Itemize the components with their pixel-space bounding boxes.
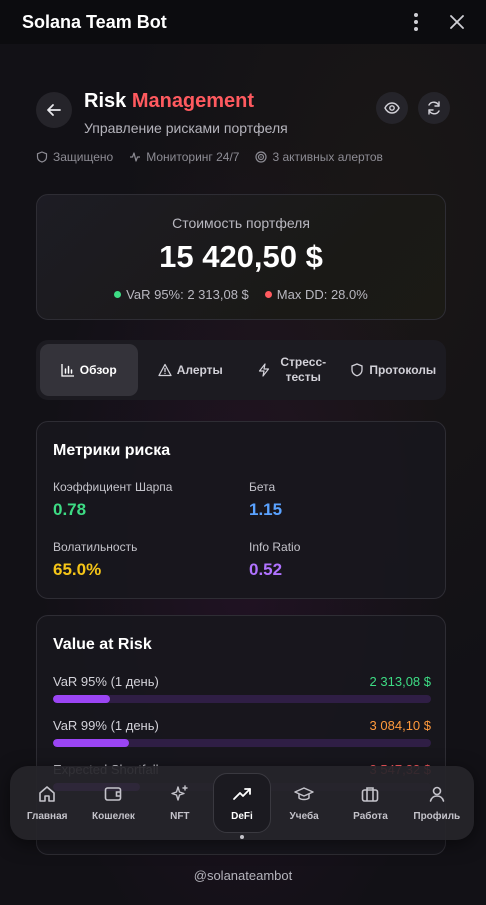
back-button[interactable]: [36, 92, 72, 128]
var-row-99: VaR 99% (1 день) 3 084,10 $: [53, 718, 431, 747]
lightning-icon: [259, 363, 270, 377]
warning-icon: [158, 363, 172, 377]
status-alerts: 3 активных алертов: [255, 150, 383, 164]
refresh-icon: [428, 101, 440, 115]
metric-sharpe-value: 0.78: [53, 500, 87, 519]
var-summary-text: VaR 95%: 2 313,08 $: [126, 287, 249, 302]
status-protected: Защищено: [36, 150, 113, 164]
var-row-99-bar-fill: [53, 739, 129, 747]
tab-protocols[interactable]: Протоколы: [345, 344, 443, 396]
metric-sharpe: Коэффициент Шарпа 0.78: [53, 480, 172, 520]
arrow-left-icon: [47, 104, 61, 116]
page-title-accent: Management: [131, 90, 255, 112]
metric-beta: Бета 1.15: [249, 480, 282, 520]
var-summary: VaR 95%: 2 313,08 $: [114, 287, 249, 302]
var-row-95-bar-fill: [53, 695, 110, 703]
home-icon: [39, 786, 55, 802]
metric-volatility-label: Волатильность: [53, 540, 138, 554]
metric-beta-label: Бета: [249, 480, 276, 494]
bar-chart-icon: [61, 364, 74, 377]
var-row-95-label: VaR 95% (1 день): [53, 674, 159, 689]
risk-metrics-card: Метрики риска Коэффициент Шарпа 0.78 Бет…: [36, 421, 446, 599]
close-icon[interactable]: [450, 15, 464, 29]
briefcase-icon: [362, 787, 379, 802]
var-row-99-label: VaR 99% (1 день): [53, 718, 159, 733]
red-dot-icon: [264, 291, 272, 299]
risk-metrics-title: Метрики риска: [53, 442, 171, 459]
target-icon: [255, 151, 268, 163]
metric-info-ratio-label: Info Ratio: [249, 540, 301, 554]
nav-home[interactable]: Главная: [14, 784, 80, 822]
portfolio-value: 15 420,50 $: [159, 239, 323, 274]
var-row-95-value: 2 313,08 $: [369, 674, 431, 689]
tab-overview-label: Обзор: [79, 362, 117, 377]
status-row: Защищено Мониторинг 24/7 3 активных алер…: [36, 150, 383, 164]
nav-home-label: Главная: [26, 811, 68, 822]
portfolio-value-card: Стоимость портфеля 15 420,50 $ VaR 95%: …: [36, 194, 446, 320]
page-title: Risk Management: [84, 90, 254, 113]
page-title-main: Risk: [84, 90, 127, 112]
portfolio-label: Стоимость портфеля: [172, 215, 310, 231]
user-icon: [429, 786, 445, 802]
nav-work[interactable]: Работа: [337, 784, 403, 822]
tab-stress-tests[interactable]: Стресс- тесты: [243, 344, 341, 396]
status-monitoring-label: Мониторинг 24/7: [146, 150, 240, 164]
nav-defi[interactable]: DeFi: [212, 773, 271, 839]
metric-info-ratio-value: 0.52: [249, 560, 283, 579]
app-content: Risk Management Управление рисками портф…: [0, 44, 486, 905]
maxdd-summary: Max DD: 28.0%: [264, 287, 368, 302]
nav-wallet[interactable]: Кошелек: [80, 784, 146, 822]
tab-alerts-label: Алерты: [176, 362, 223, 377]
nav-defi-label: DeFi: [231, 811, 253, 822]
nav-work-label: Работа: [353, 811, 388, 822]
shield-icon: [36, 151, 48, 163]
window-title: Solana Team Bot: [22, 11, 167, 32]
status-alerts-label: 3 активных алертов: [272, 150, 383, 164]
nav-wallet-label: Кошелек: [92, 811, 135, 822]
nav-nft-label: NFT: [170, 811, 190, 822]
metric-sharpe-label: Коэффициент Шарпа: [53, 480, 173, 494]
page-subtitle: Управление рисками портфеля: [84, 120, 288, 136]
nav-profile[interactable]: Профиль: [404, 784, 470, 822]
metric-info-ratio: Info Ratio 0.52: [249, 540, 300, 580]
nav-learn[interactable]: Учеба: [271, 784, 337, 822]
nav-profile-label: Профиль: [413, 811, 461, 822]
page-header: Risk Management Управление рисками портф…: [36, 90, 450, 150]
nav-learn-label: Учеба: [289, 811, 319, 822]
tab-stress-tests-label: Стресс- тесты: [280, 355, 327, 384]
metric-volatility: Волатильность 65.0%: [53, 540, 137, 580]
nav-nft[interactable]: NFT: [147, 784, 213, 822]
status-monitoring: Мониторинг 24/7: [129, 150, 239, 164]
var-card-title: Value at Risk: [53, 636, 152, 653]
trend-up-icon: [233, 788, 251, 800]
section-tabs: Обзор Алерты Стресс- тесты Протоколы: [36, 340, 446, 400]
status-protected-label: Защищено: [53, 150, 114, 164]
activity-icon: [130, 152, 141, 162]
metric-volatility-value: 65.0%: [53, 560, 102, 579]
sparkles-icon: [171, 785, 188, 801]
bot-handle: @solanateambot: [193, 868, 293, 883]
metric-beta-value: 1.15: [249, 500, 283, 519]
graduation-cap-icon: [294, 787, 314, 801]
tab-alerts[interactable]: Алерты: [142, 344, 240, 396]
var-row-95-bar: [53, 695, 431, 703]
window-titlebar: Solana Team Bot: [0, 0, 486, 44]
var-row-99-bar: [53, 739, 431, 747]
var-row-99-value: 3 084,10 $: [369, 718, 431, 733]
refresh-button[interactable]: [418, 92, 450, 124]
eye-icon: [384, 102, 400, 114]
green-dot-icon: [114, 291, 122, 299]
more-menu-icon[interactable]: [410, 13, 422, 31]
shield-icon: [351, 363, 363, 377]
tab-overview[interactable]: Обзор: [40, 344, 138, 396]
toggle-visibility-button[interactable]: [376, 92, 408, 124]
var-row-95: VaR 95% (1 день) 2 313,08 $: [53, 674, 431, 703]
maxdd-summary-text: Max DD: 28.0%: [276, 287, 368, 302]
bottom-navigation: Главная Кошелек NFT DeFi Учеба Работа Пр…: [10, 766, 474, 840]
wallet-icon: [105, 787, 122, 801]
tab-protocols-label: Протоколы: [369, 362, 437, 377]
